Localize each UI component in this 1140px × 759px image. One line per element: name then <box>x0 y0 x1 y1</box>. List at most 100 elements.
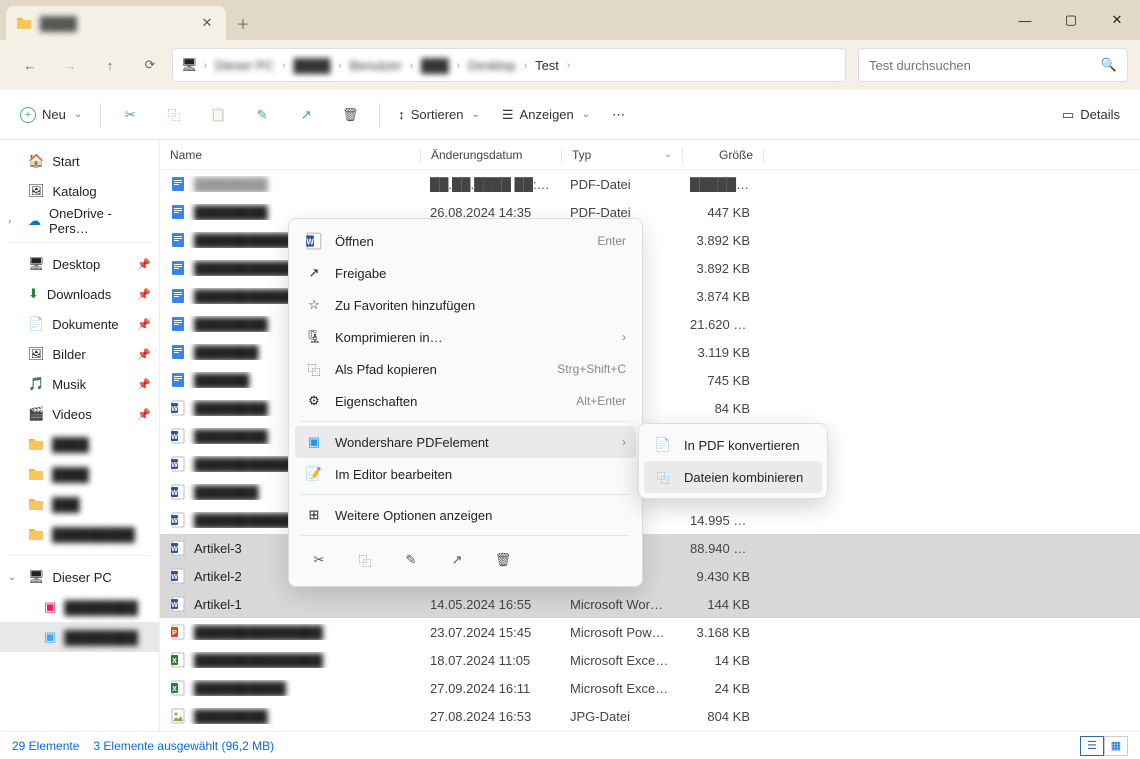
column-headers: Name Änderungsdatum Typ ⌄ Größe <box>160 140 1140 170</box>
ctx-open[interactable]: ÖffnenEnter <box>295 225 636 257</box>
ctx-compress[interactable]: 🗜Komprimieren in…› <box>295 321 636 353</box>
browser-tab[interactable]: ████ ✕ <box>6 6 226 40</box>
view-list-button[interactable]: ☰ <box>1080 736 1104 756</box>
ctx-rename-button[interactable]: ✎ <box>397 546 425 574</box>
submenu-combine[interactable]: ⿻Dateien kombinieren <box>644 461 822 493</box>
breadcrumb[interactable]: Test <box>533 58 561 73</box>
file-row[interactable]: ██████████.██.████ ██:██PDF-Datei█████ K… <box>160 170 1140 198</box>
file-row[interactable]: ██████████27.09.2024 16:11Microsoft Exce… <box>160 674 1140 702</box>
delete-button[interactable]: 🗑 <box>331 98 369 132</box>
sidebar-desktop[interactable]: 🖥Desktop📌 <box>0 249 159 279</box>
sidebar-downloads[interactable]: ⬇Downloads📌 <box>0 279 159 309</box>
submenu-topdf[interactable]: 📄In PDF konvertieren <box>644 429 822 461</box>
ppt-icon <box>170 624 186 640</box>
paste-button[interactable]: 📋 <box>199 98 237 132</box>
address-bar[interactable]: 🖥 › Dieser PC› ████› Benutzer› ███› Desk… <box>172 48 846 82</box>
file-date: 27.08.2024 16:53 <box>420 709 560 724</box>
file-row[interactable]: ████████27.08.2024 16:53JPG-Datei804 KB <box>160 702 1140 730</box>
pictures-icon: 🖼 <box>28 346 45 362</box>
file-row[interactable]: Artikel-114.05.2024 16:55Microsoft Word-… <box>160 590 1140 618</box>
minimize-button[interactable]: — <box>1002 0 1048 40</box>
new-button[interactable]: +Neu <box>12 98 90 132</box>
ctx-copypath[interactable]: ⿻Als Pfad kopierenStrg+Shift+C <box>295 353 636 385</box>
ctx-share-button[interactable]: ↗ <box>443 546 471 574</box>
file-size: 3.892 KB <box>680 261 760 276</box>
file-size: 3.168 KB <box>680 625 760 640</box>
file-type: Microsoft Word-D… <box>560 597 680 612</box>
more-button[interactable]: ⋯ <box>604 98 633 132</box>
col-date[interactable]: Änderungsdatum <box>421 148 561 162</box>
folder-icon <box>16 15 32 31</box>
folder-icon <box>28 436 44 452</box>
col-name[interactable]: Name <box>160 148 420 162</box>
file-name: ██████████████ <box>194 625 323 640</box>
sidebar-videos[interactable]: 🎬Videos📌 <box>0 399 159 429</box>
breadcrumb[interactable]: ███ <box>419 58 451 73</box>
file-size: 14.995 KB <box>680 513 760 528</box>
refresh-button[interactable]: ⟳ <box>132 47 168 83</box>
view-grid-button[interactable]: ▦ <box>1104 736 1128 756</box>
pdf-icon <box>170 176 186 192</box>
chevron-right-icon[interactable]: › <box>8 216 11 227</box>
copy-button[interactable]: ⿻ <box>155 98 193 132</box>
ctx-editor[interactable]: 📝Im Editor bearbeiten <box>295 458 636 490</box>
folder-icon <box>28 466 44 482</box>
sidebar-item[interactable]: █████████ <box>0 519 159 549</box>
file-name: Artikel-3 <box>194 541 242 556</box>
ctx-copy-button[interactable]: ⿻ <box>351 546 379 574</box>
search-icon[interactable]: 🔍 <box>1101 57 1117 73</box>
back-button[interactable]: ← <box>12 47 48 83</box>
sidebar-item[interactable]: ████ <box>0 459 159 489</box>
sidebar-bilder[interactable]: 🖼Bilder📌 <box>0 339 159 369</box>
file-name: Artikel-1 <box>194 597 242 612</box>
sidebar-item[interactable]: ███ <box>0 489 159 519</box>
ctx-fav[interactable]: ☆Zu Favoriten hinzufügen <box>295 289 636 321</box>
breadcrumb[interactable]: Desktop <box>466 58 518 73</box>
word-icon <box>305 232 323 250</box>
close-tab-icon[interactable]: ✕ <box>198 15 216 31</box>
col-type[interactable]: Typ ⌄ <box>562 148 682 162</box>
path-icon: ⿻ <box>305 360 323 378</box>
ctx-props[interactable]: ⚙EigenschaftenAlt+Enter <box>295 385 636 417</box>
share-button[interactable]: ↗ <box>287 98 325 132</box>
search-input[interactable] <box>869 58 1101 73</box>
breadcrumb[interactable]: Benutzer <box>348 58 404 73</box>
maximize-button[interactable]: ▢ <box>1048 0 1094 40</box>
details-pane-button[interactable]: ▭ Details <box>1054 98 1128 132</box>
ctx-cut-button[interactable]: ✂ <box>305 546 333 574</box>
word-icon <box>170 596 186 612</box>
chevron-down-icon[interactable]: ⌄ <box>8 572 16 583</box>
new-tab-button[interactable]: ＋ <box>226 6 260 40</box>
up-button[interactable]: ↑ <box>92 47 128 83</box>
sidebar-item[interactable]: ▣████████ <box>0 622 159 652</box>
combine-icon: ⿻ <box>654 468 672 486</box>
sidebar-dokumente[interactable]: 📄Dokumente📌 <box>0 309 159 339</box>
breadcrumb[interactable]: ████ <box>291 58 332 73</box>
desktop-icon: 🖥 <box>28 256 45 272</box>
sidebar-dieser-pc[interactable]: ⌄🖥Dieser PC <box>0 562 159 592</box>
col-size[interactable]: Größe <box>683 148 763 162</box>
sort-button[interactable]: ↕ Sortieren <box>390 98 488 132</box>
sidebar-katalog[interactable]: 🖼Katalog <box>0 176 159 206</box>
ctx-pdfelement[interactable]: ▣Wondershare PDFelement› <box>295 426 636 458</box>
file-date: ██.██.████ ██:██ <box>420 177 560 192</box>
sidebar-start[interactable]: 🏠Start <box>0 146 159 176</box>
sidebar-musik[interactable]: 🎵Musik📌 <box>0 369 159 399</box>
zip-icon: 🗜 <box>305 328 323 346</box>
cut-button[interactable]: ✂ <box>111 98 149 132</box>
rename-button[interactable]: ✎ <box>243 98 281 132</box>
ctx-delete-button[interactable]: 🗑 <box>489 546 517 574</box>
sidebar-item[interactable]: ▣████████ <box>0 592 159 622</box>
ctx-more[interactable]: ⊞Weitere Optionen anzeigen <box>295 499 636 531</box>
view-button[interactable]: ☰ Anzeigen <box>494 98 598 132</box>
sidebar-onedrive[interactable]: ›☁OneDrive - Pers… <box>0 206 159 236</box>
search-box[interactable]: 🔍 <box>858 48 1128 82</box>
close-window-button[interactable]: ✕ <box>1094 0 1140 40</box>
breadcrumb[interactable]: Dieser PC <box>213 58 276 73</box>
file-row[interactable]: ██████████████23.07.2024 15:45Microsoft … <box>160 618 1140 646</box>
sidebar-item[interactable]: ████ <box>0 429 159 459</box>
convert-icon: 📄 <box>654 436 672 454</box>
file-row[interactable]: ██████████████18.07.2024 11:05Microsoft … <box>160 646 1140 674</box>
ctx-share[interactable]: ↗Freigabe <box>295 257 636 289</box>
forward-button[interactable]: → <box>52 47 88 83</box>
